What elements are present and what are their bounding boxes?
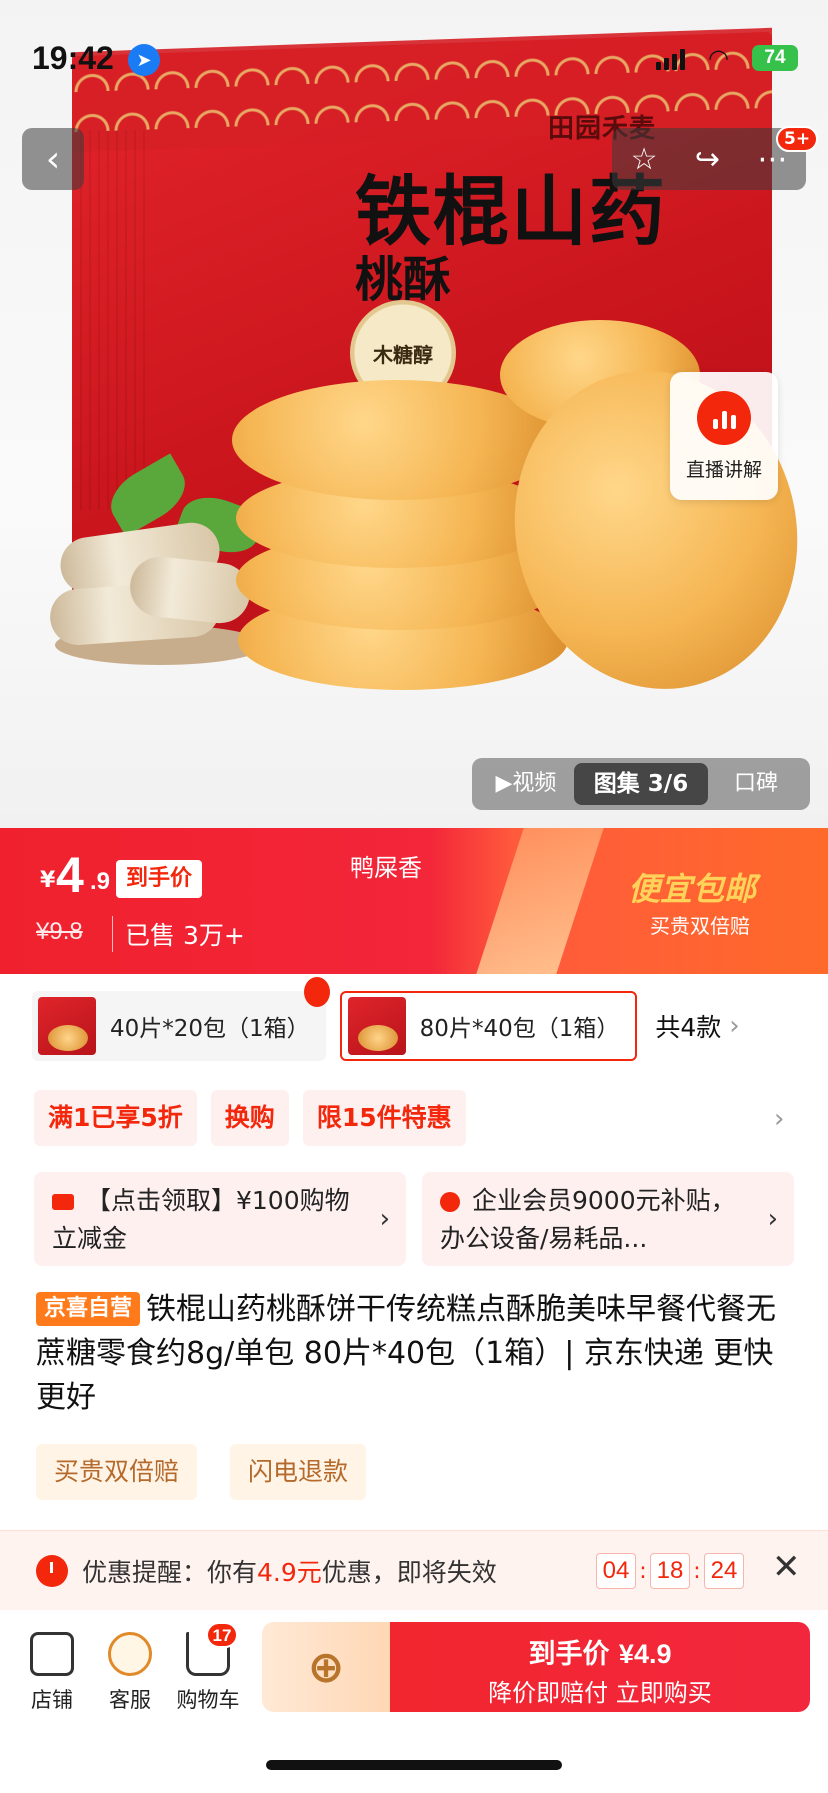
final-price-tag: 到手价	[116, 860, 203, 898]
tab-gallery[interactable]: 图集 3/6	[573, 763, 709, 805]
service-tag[interactable]: 闪电退款	[230, 1444, 367, 1500]
variant-scent: 鸭屎香	[350, 854, 422, 882]
variant-selector: 40片*20包（1箱） 80片*40包（1箱） 共4款 ›	[0, 974, 828, 1078]
reminder-suffix: 优惠，即将失效	[321, 1557, 497, 1587]
tab-reviews[interactable]: 口碑	[708, 763, 804, 805]
product-title: 京喜自营 铁棍山药桃酥饼干传统糕点酥脆美味早餐代餐无蔗糖零食约8g/单包 80片*…	[36, 1288, 798, 1420]
chevron-right-icon: ›	[767, 1204, 778, 1234]
store-button[interactable]: 店铺	[12, 1632, 92, 1714]
coupon-text: 【点击领取】¥100购物立减金	[52, 1186, 350, 1253]
service-tag[interactable]: 买贵双倍赔	[36, 1444, 198, 1500]
signal-icon	[656, 48, 685, 70]
person-icon	[440, 1192, 460, 1212]
enterprise-text: 企业会员9000元补贴，办公设备/易耗品...	[440, 1186, 736, 1253]
store-label: 店铺	[31, 1688, 73, 1712]
self-operated-badge: 京喜自营	[36, 1292, 141, 1326]
price-integer: 4	[56, 847, 84, 903]
promo-tag[interactable]: 满1已享5折	[34, 1090, 197, 1146]
coupon-card[interactable]: 【点击领取】¥100购物立减金 ›	[34, 1172, 406, 1266]
battery-indicator: 74	[752, 45, 798, 71]
countdown-timer: 04 : 18 : 24	[596, 1553, 744, 1589]
product-page: 田园禾麦 铁棍山药 桃酥 木糖醇 19:42 ➤ ◠ 74 ‹ ☆ ↪ ⋯ 5+	[0, 0, 828, 1793]
cart-button[interactable]: 购物车	[168, 1632, 248, 1714]
original-price: ¥9.8	[36, 918, 83, 945]
price-currency: ¥	[40, 868, 56, 893]
cart-label: 购物车	[176, 1688, 240, 1712]
product-title-text: 铁棍山药桃酥饼干传统糕点酥脆美味早餐代餐无蔗糖零食约8g/单包 80片*40包（…	[36, 1292, 777, 1415]
star-icon[interactable]: ☆	[631, 142, 658, 177]
timer-hours: 04	[596, 1553, 636, 1589]
clock-icon	[36, 1554, 68, 1587]
buy-now-button[interactable]: 到手价 ¥4.9 降价即赔付 立即购买	[390, 1622, 810, 1712]
promo-tag[interactable]: 限15件特惠	[302, 1090, 466, 1146]
add-to-cart-button[interactable]: ⊕	[262, 1622, 390, 1712]
price-banner: ¥ 4 .9 到手价 ¥9.8 已售 3万+ 鸭屎香 便宜包邮 买贵双倍赔	[0, 828, 828, 974]
variant-thumbnail	[38, 997, 96, 1055]
live-label: 直播讲解	[685, 458, 762, 481]
chevron-right-icon[interactable]: ›	[729, 1011, 739, 1041]
chevron-right-icon[interactable]: ›	[774, 1104, 784, 1134]
customer-service-button[interactable]: 客服	[90, 1632, 170, 1714]
card-icon	[52, 1194, 74, 1210]
location-icon: ➤	[128, 44, 160, 76]
promo-tags[interactable]: 满1已享5折 换购 限15件特惠	[34, 1090, 794, 1146]
hot-icon	[303, 977, 330, 1007]
chevron-left-icon: ‹	[45, 138, 61, 180]
chat-icon	[108, 1632, 152, 1676]
sold-count: 已售 3万+	[112, 916, 245, 952]
status-time: 19:42	[32, 40, 114, 76]
variant-option-selected[interactable]: 80片*40包（1箱）	[339, 991, 638, 1061]
promo-subline: 买贵双倍赔	[650, 914, 750, 938]
price-decimal: .9	[90, 868, 111, 895]
buy-subtitle: 降价即赔付 立即购买	[488, 1679, 712, 1707]
wifi-icon: ◠	[708, 44, 729, 72]
reminder-amount: 4.9元	[257, 1557, 322, 1587]
timer-seconds: 24	[704, 1553, 744, 1589]
buy-price: ¥4.9	[618, 1639, 672, 1669]
chevron-right-icon: ›	[379, 1204, 390, 1234]
enterprise-card[interactable]: 企业会员9000元补贴，办公设备/易耗品... ›	[422, 1172, 794, 1266]
variant-label: 80片*40包（1箱）	[419, 1016, 620, 1042]
media-tabs: ▶视频 图集 3/6 口碑	[472, 758, 810, 810]
variant-thumbnail	[347, 997, 406, 1055]
discount-reminder: 优惠提醒：你有4.9元优惠，即将失效 04 : 18 : 24 ✕	[0, 1530, 828, 1610]
tab-video[interactable]: ▶视频	[478, 763, 574, 805]
share-icon[interactable]: ↪	[695, 142, 720, 177]
variant-label: 40片*20包（1箱）	[110, 1016, 310, 1042]
close-icon[interactable]: ✕	[772, 1547, 801, 1587]
variant-option[interactable]: 40片*20包（1箱）	[32, 977, 330, 1061]
back-button[interactable]: ‹	[22, 128, 84, 190]
promo-headline: 便宜包邮	[628, 870, 757, 908]
live-explain-button[interactable]: 直播讲解	[670, 372, 778, 500]
home-indicator	[266, 1760, 562, 1770]
banner-lightning	[476, 828, 604, 974]
message-badge: 5+	[776, 126, 819, 152]
reminder-prefix: 优惠提醒：你有	[82, 1557, 258, 1587]
promo-tag[interactable]: 换购	[210, 1090, 289, 1146]
cart-plus-icon: ⊕	[307, 1641, 345, 1693]
live-icon	[697, 390, 751, 445]
package-side-print	[80, 130, 150, 510]
service-label: 客服	[109, 1688, 151, 1712]
cart-badge: 17	[206, 1622, 238, 1648]
timer-minutes: 18	[650, 1553, 690, 1589]
buy-price-line: 到手价 ¥4.9	[390, 1632, 810, 1671]
variant-count[interactable]: 共4款	[655, 1008, 721, 1044]
buy-title: 到手价	[528, 1639, 610, 1670]
status-bar: 19:42 ➤ ◠ 74	[0, 0, 828, 110]
reminder-text: 优惠提醒：你有4.9元优惠，即将失效	[82, 1553, 497, 1589]
store-icon	[30, 1632, 74, 1676]
